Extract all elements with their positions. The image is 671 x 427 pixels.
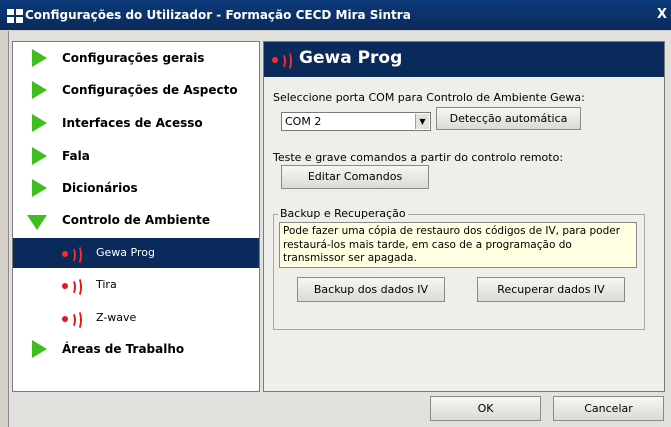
title-bar: Configurações do Utilizador - Formação C… xyxy=(0,0,671,30)
sidebar-item-label: Interfaces de Acesso xyxy=(62,116,203,130)
backup-info-text: Pode fazer uma cópia de restauro dos cód… xyxy=(279,222,637,268)
restore-ir-data-button[interactable]: Recuperar dados IV xyxy=(477,277,625,302)
sidebar-subitem-gewa-prog[interactable]: Gewa Prog xyxy=(13,238,259,268)
green-arrow-icon xyxy=(32,81,47,99)
close-icon[interactable]: X xyxy=(657,7,667,22)
green-arrow-icon xyxy=(32,114,47,132)
auto-detect-button[interactable]: Detecção automática xyxy=(436,107,581,130)
sidebar-item-label: Dicionários xyxy=(62,181,138,195)
green-arrow-down-icon xyxy=(27,215,47,230)
sidebar-item-label: Áreas de Trabalho xyxy=(62,342,185,356)
com-port-label: Seleccione porta COM para Controlo de Am… xyxy=(273,91,585,104)
gewa-signal-icon xyxy=(62,310,92,330)
sidebar-item-label: Fala xyxy=(62,149,90,163)
sidebar-item-areas-trabalho[interactable]: Áreas de Trabalho xyxy=(13,335,259,365)
sidebar-item-controlo-ambiente[interactable]: Controlo de Ambiente xyxy=(13,206,259,236)
sidebar-item-fala[interactable]: Fala xyxy=(13,142,259,172)
sidebar-item-dicionarios[interactable]: Dicionários xyxy=(13,174,259,204)
sidebar-item-label: Controlo de Ambiente xyxy=(62,213,210,227)
sidebar-subitem-label: Tira xyxy=(96,278,117,291)
panel-title: Gewa Prog xyxy=(299,48,403,68)
sidebar-item-configuracoes-aspecto[interactable]: Configurações de Aspecto xyxy=(13,76,259,106)
window-title: Configurações do Utilizador - Formação C… xyxy=(25,8,411,22)
sidebar-item-label: Configurações gerais xyxy=(62,51,205,65)
chevron-down-icon[interactable]: ▼ xyxy=(415,114,429,129)
sidebar: Configurações gerais Configurações de As… xyxy=(12,41,260,392)
gewa-signal-icon xyxy=(272,51,302,71)
gewa-signal-icon xyxy=(62,277,92,297)
panel-header: Gewa Prog xyxy=(264,42,664,77)
sidebar-item-interfaces-acesso[interactable]: Interfaces de Acesso xyxy=(13,109,259,139)
sidebar-item-label: Configurações de Aspecto xyxy=(62,83,238,97)
backup-group-title: Backup e Recuperação xyxy=(278,207,408,220)
sidebar-subitem-label: Gewa Prog xyxy=(96,246,155,259)
green-arrow-icon xyxy=(32,49,47,67)
com-port-value: COM 2 xyxy=(285,115,322,128)
green-arrow-icon xyxy=(32,179,47,197)
sidebar-subitem-z-wave[interactable]: Z-wave xyxy=(13,303,259,333)
ok-button[interactable]: OK xyxy=(430,396,541,421)
backup-ir-data-button[interactable]: Backup dos dados IV xyxy=(297,277,445,302)
green-arrow-icon xyxy=(32,147,47,165)
gewa-signal-icon xyxy=(62,245,92,265)
sidebar-subitem-tira[interactable]: Tira xyxy=(13,270,259,300)
com-port-select[interactable]: COM 2 ▼ xyxy=(281,112,431,131)
panel-body: Seleccione porta COM para Controlo de Am… xyxy=(264,77,664,391)
test-commands-label: Teste e grave comandos a partir do contr… xyxy=(273,151,564,164)
sidebar-item-configuracoes-gerais[interactable]: Configurações gerais xyxy=(13,44,259,74)
app-window-icon xyxy=(7,9,23,23)
cancel-button[interactable]: Cancelar xyxy=(553,396,664,421)
settings-panel: Gewa Prog Seleccione porta COM para Cont… xyxy=(263,41,665,392)
edit-commands-button[interactable]: Editar Comandos xyxy=(281,165,429,189)
sidebar-subitem-label: Z-wave xyxy=(96,311,137,324)
green-arrow-icon xyxy=(32,340,47,358)
